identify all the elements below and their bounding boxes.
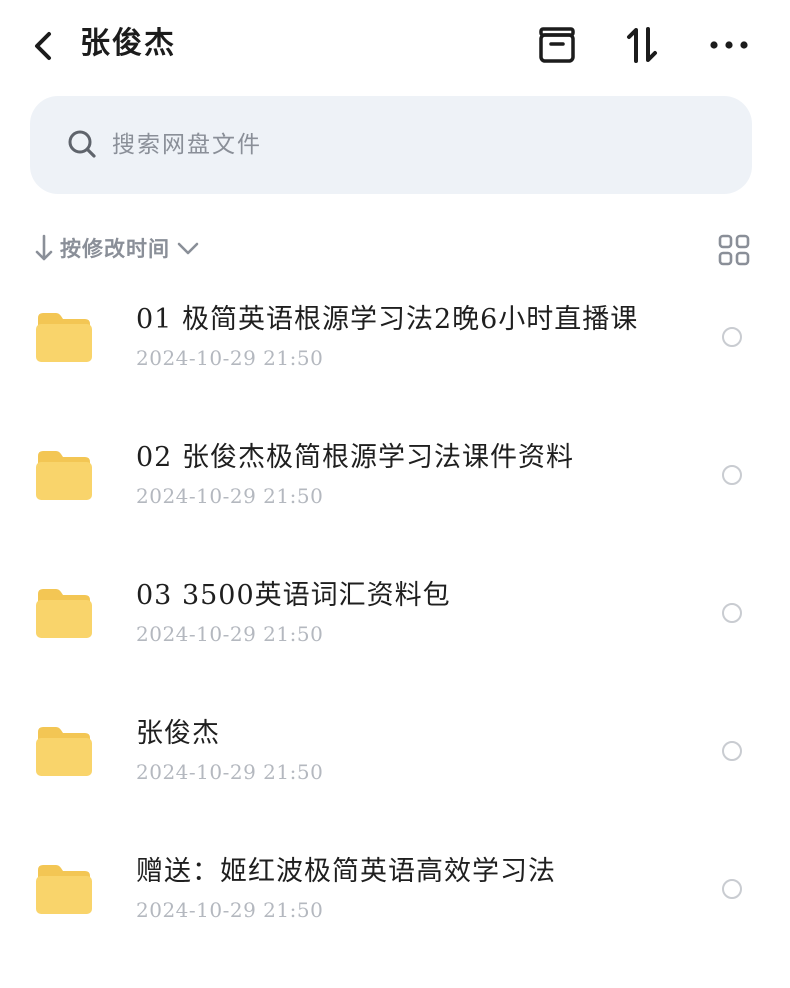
view-toggle-button[interactable] (716, 232, 752, 268)
file-row[interactable]: 赠送：姬红波极简英语高效学习法 2024-10-29 21:50 (0, 822, 790, 960)
sort-label: 按修改时间 (60, 236, 170, 261)
sort-selector[interactable]: 按修改时间 (34, 230, 200, 266)
folder-icon (36, 727, 92, 776)
grid-view-icon (718, 234, 750, 266)
file-date: 2024-10-29 21:50 (136, 346, 324, 370)
archive-button[interactable] (534, 22, 580, 68)
select-radio[interactable] (722, 741, 742, 761)
file-date: 2024-10-29 21:50 (136, 622, 324, 646)
file-date: 2024-10-29 21:50 (136, 898, 324, 922)
file-row[interactable]: 张俊杰 2024-10-29 21:50 (0, 684, 790, 822)
folder-icon (36, 865, 92, 914)
file-name: 03 3500英语词汇资料包 (136, 580, 451, 611)
top-bar: 张俊杰 (0, 0, 790, 90)
folder-icon (36, 451, 92, 500)
file-row[interactable]: 03 3500英语词汇资料包 2024-10-29 21:50 (0, 546, 790, 684)
file-row[interactable]: 02 张俊杰极简根源学习法课件资料 2024-10-29 21:50 (0, 408, 790, 546)
sort-button[interactable] (620, 22, 666, 68)
search-input[interactable] (112, 126, 712, 164)
more-button[interactable] (706, 22, 752, 68)
file-name: 01 极简英语根源学习法2晚6小时直播课 (136, 304, 639, 335)
file-row[interactable]: 01 极简英语根源学习法2晚6小时直播课 2024-10-29 21:50 (0, 270, 790, 408)
search-icon (68, 130, 96, 158)
chevron-left-icon (35, 32, 51, 60)
file-date: 2024-10-29 21:50 (136, 760, 324, 784)
page-title: 张俊杰 (80, 26, 176, 61)
more-horizontal-icon (710, 41, 748, 49)
select-radio[interactable] (722, 465, 742, 485)
folder-icon (36, 589, 92, 638)
sort-arrows-icon (627, 27, 657, 63)
chevron-down-icon (177, 242, 199, 255)
folder-icon (36, 313, 92, 362)
back-button[interactable] (26, 26, 60, 66)
archive-box-icon (539, 27, 575, 63)
search-bar[interactable] (30, 96, 752, 194)
file-name: 张俊杰 (136, 718, 220, 749)
file-date: 2024-10-29 21:50 (136, 484, 324, 508)
file-name: 赠送：姬红波极简英语高效学习法 (136, 856, 556, 887)
select-radio[interactable] (722, 603, 742, 623)
select-radio[interactable] (722, 879, 742, 899)
file-name: 02 张俊杰极简根源学习法课件资料 (136, 442, 574, 473)
arrow-down-icon (35, 234, 53, 261)
select-radio[interactable] (722, 327, 742, 347)
